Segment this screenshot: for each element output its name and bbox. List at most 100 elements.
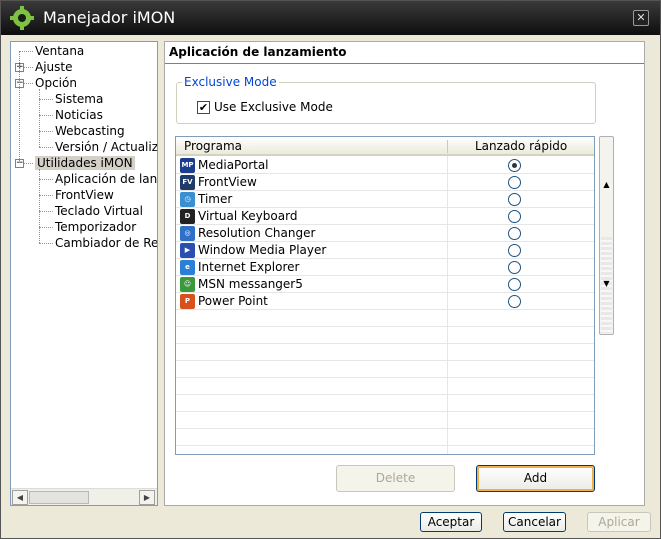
imon-manager-window: Manejador iMON ✕ Ventana + Ajuste − Opción Si…	[0, 0, 661, 539]
close-icon: ✕	[636, 11, 646, 24]
tree-item[interactable]: Ventana	[35, 43, 84, 59]
scroll-thumb[interactable]	[29, 491, 89, 504]
tree-item[interactable]: Temporizador	[55, 219, 136, 235]
quick-launch-radio[interactable]	[508, 193, 521, 206]
table-row[interactable]: e Internet Explorer	[176, 259, 594, 276]
table-row[interactable]: FV FrontView	[176, 174, 594, 191]
program-name: Timer	[198, 192, 233, 206]
tree-item[interactable]: Sistema	[55, 91, 103, 107]
quick-launch-radio[interactable]	[508, 176, 521, 189]
table-row	[176, 412, 594, 429]
tree-connector	[19, 51, 20, 163]
quick-launch-radio[interactable]	[508, 278, 521, 291]
tree-item-label: Utilidades iMON	[35, 156, 135, 170]
tree-item-label: Opción	[35, 76, 77, 90]
settings-tree[interactable]: Ventana + Ajuste − Opción Sistema Noticias Webc…	[10, 41, 158, 506]
tree-connector	[39, 99, 53, 100]
header-separator[interactable]	[447, 140, 448, 153]
tree-connector	[39, 147, 53, 148]
tree-item[interactable]: Webcasting	[55, 123, 125, 139]
quick-launch-radio[interactable]	[508, 295, 521, 308]
table-row	[176, 378, 594, 395]
msn-icon: ☺	[180, 277, 195, 292]
table-row[interactable]: ◎ Resolution Changer	[176, 225, 594, 242]
tree-item-label: Aplicación de lanza	[55, 172, 158, 186]
title-bar[interactable]: Manejador iMON ✕	[1, 1, 660, 35]
tree-connector	[39, 211, 53, 212]
quick-launch-radio[interactable]	[508, 159, 521, 172]
tree-item-label: Webcasting	[55, 124, 125, 138]
scroll-right-arrow-icon[interactable]: ▶	[139, 490, 155, 505]
tree-item-label: FrontView	[55, 188, 114, 202]
tree-connector	[39, 115, 53, 116]
tree-connector	[39, 89, 40, 147]
tree-connector	[39, 227, 53, 228]
quick-launch-radio[interactable]	[508, 227, 521, 240]
tree-item-label: Temporizador	[55, 220, 137, 234]
resolution-icon: ◎	[180, 226, 195, 241]
tree-item[interactable]: Teclado Virtual	[55, 203, 143, 219]
title-divider	[165, 63, 644, 64]
add-button[interactable]: Add	[476, 465, 595, 492]
panel-title: Aplicación de lanzamiento	[169, 45, 347, 59]
tree-item-label: Teclado Virtual	[55, 204, 143, 218]
tree-item[interactable]: Utilidades iMON	[35, 155, 135, 171]
use-exclusive-mode-label[interactable]: Use Exclusive Mode	[214, 100, 333, 114]
tree-item[interactable]: Aplicación de lanza	[55, 171, 158, 187]
tree-connector	[39, 179, 53, 180]
table-row[interactable]: ☺ MSN messanger5	[176, 276, 594, 293]
tree-connector	[39, 195, 53, 196]
program-name: Internet Explorer	[198, 260, 300, 274]
table-row[interactable]: ◷ Timer	[176, 191, 594, 208]
accept-button[interactable]: Aceptar	[420, 512, 482, 532]
table-row[interactable]: ▶ Window Media Player	[176, 242, 594, 259]
program-name: Virtual Keyboard	[198, 209, 298, 223]
tree-connector	[39, 243, 53, 244]
table-row	[176, 395, 594, 412]
table-row	[176, 310, 594, 327]
tree-item[interactable]: Versión / Actualiza	[55, 139, 157, 155]
list-vertical-scrollbar[interactable]: ▲ ▼	[599, 136, 614, 335]
table-row[interactable]: P Power Point	[176, 293, 594, 310]
tree-item[interactable]: Cambiador de Reso	[55, 235, 157, 251]
tree-item[interactable]: Noticias	[55, 107, 103, 123]
scroll-up-arrow-icon[interactable]: ▲	[600, 178, 613, 192]
quick-launch-radio[interactable]	[508, 210, 521, 223]
cancel-button[interactable]: Cancelar	[503, 512, 566, 532]
powerpoint-icon: P	[180, 294, 195, 309]
program-name: FrontView	[198, 175, 257, 189]
table-row	[176, 344, 594, 361]
column-header-quick-launch[interactable]: Lanzado rápido	[475, 139, 567, 153]
ie-icon: e	[180, 260, 195, 275]
close-button[interactable]: ✕	[633, 10, 649, 26]
table-row	[176, 429, 594, 446]
tree-item-label: Ventana	[35, 44, 85, 58]
gear-logo-icon	[10, 6, 34, 30]
column-divider	[447, 156, 448, 454]
tree-connector	[39, 169, 40, 243]
delete-button[interactable]: Delete	[336, 465, 455, 492]
quick-launch-radio[interactable]	[508, 244, 521, 257]
table-row	[176, 361, 594, 378]
table-row	[176, 327, 594, 344]
tree-connector	[19, 51, 33, 52]
tree-item[interactable]: FrontView	[55, 187, 114, 203]
table-row[interactable]: MP MediaPortal	[176, 157, 594, 174]
tree-item[interactable]: Opción	[35, 75, 77, 91]
apply-button[interactable]: Aplicar	[587, 512, 651, 532]
program-name: Resolution Changer	[198, 226, 316, 240]
program-name: MediaPortal	[198, 158, 269, 172]
quick-launch-radio[interactable]	[508, 261, 521, 274]
tree-item-label: Sistema	[55, 92, 104, 106]
window-title: Manejador iMON	[43, 8, 176, 27]
mediaportal-icon: MP	[180, 158, 195, 173]
tree-horizontal-scrollbar[interactable]: ◀ ▶	[11, 488, 157, 505]
tree-item[interactable]: Ajuste	[35, 59, 73, 75]
frontview-icon: FV	[180, 175, 195, 190]
column-header-program[interactable]: Programa	[184, 139, 242, 153]
table-row[interactable]: D Virtual Keyboard	[176, 208, 594, 225]
scroll-left-arrow-icon[interactable]: ◀	[12, 490, 28, 505]
scroll-down-arrow-icon[interactable]: ▼	[600, 277, 613, 291]
use-exclusive-mode-checkbox[interactable]: ✔	[197, 101, 210, 114]
program-list[interactable]: Programa Lanzado rápido MP MediaPortal FV F…	[175, 136, 595, 455]
